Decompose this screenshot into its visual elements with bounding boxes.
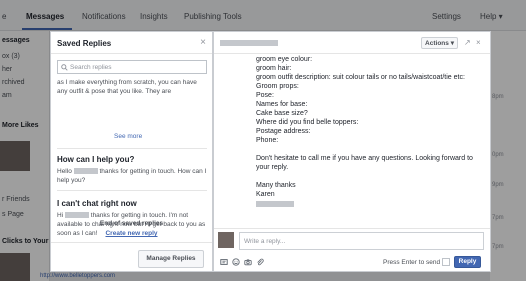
emoji-icon[interactable] (232, 258, 240, 266)
divider (57, 148, 207, 149)
message-line: Groom props: (256, 83, 299, 90)
see-more-link[interactable]: See more (114, 133, 142, 140)
attachment-icon[interactable] (256, 258, 264, 266)
reply-text-start: Hi (57, 212, 64, 219)
conversation-header: Actions ▾ ↗ × (214, 32, 490, 54)
reply-input[interactable] (244, 237, 480, 245)
reply-title[interactable]: I can't chat right now (57, 199, 137, 208)
message-line: Cake base size? (256, 110, 308, 117)
message-line: Names for base: (256, 101, 308, 108)
reply-partial-text: as I make everything from scratch, you c… (57, 79, 197, 95)
actions-dropdown[interactable]: Actions ▾ (421, 37, 458, 49)
message-signature: Karen (256, 191, 275, 198)
enter-to-send-label: Press Enter to send (383, 259, 441, 266)
saved-replies-panel: Saved Replies × as I make everything fro… (50, 31, 213, 272)
search-icon (61, 63, 68, 71)
message-line: Postage address: (256, 128, 311, 135)
reply-text-start: Hello (57, 168, 72, 175)
footer-divider (51, 242, 212, 243)
actions-label: Actions ▾ (425, 40, 454, 47)
message-line: groom eye colour: (256, 56, 313, 63)
saved-replies-header: Saved Replies × (51, 32, 212, 54)
redacted-contact-name (220, 40, 278, 46)
close-icon[interactable]: × (476, 38, 481, 47)
divider (57, 190, 207, 191)
reply-text: Hello thanks for getting in touch. How c… (57, 167, 207, 185)
composer-divider (214, 228, 490, 229)
enter-to-send-checkbox[interactable] (442, 258, 450, 266)
search-input[interactable] (70, 63, 206, 71)
expand-icon[interactable]: ↗ (464, 38, 471, 47)
conversation-panel: Actions ▾ ↗ × groom eye colour: groom ha… (213, 31, 491, 272)
end-of-replies: End of saved replies (99, 220, 164, 227)
reply-title[interactable]: How can I help you? (57, 155, 134, 164)
message-line: Pose: (256, 92, 274, 99)
redacted-signature (256, 201, 294, 207)
message-line: Where did you find belle toppers: (256, 119, 359, 126)
search-box[interactable] (57, 60, 207, 74)
reply-composer[interactable] (239, 232, 484, 250)
redacted-name (73, 168, 98, 175)
message-line: groom outfit description: suit colour ta… (256, 74, 465, 81)
saved-replies-title: Saved Replies (57, 39, 112, 48)
redacted-name (64, 212, 89, 219)
manage-replies-button[interactable]: Manage Replies (138, 250, 204, 268)
avatar (218, 232, 234, 248)
message-closing: Don't hesitate to call me if you have an… (256, 155, 473, 171)
close-icon[interactable]: × (200, 37, 206, 48)
create-new-reply-link[interactable]: Create new reply (51, 230, 212, 237)
message-line: Phone: (256, 137, 279, 144)
saved-replies-icon[interactable] (220, 258, 228, 266)
message-line: groom hair: (256, 65, 292, 72)
reply-button[interactable]: Reply (454, 256, 481, 268)
camera-icon[interactable] (244, 258, 252, 266)
message-sign-off: Many thanks (256, 182, 296, 189)
message-body: groom eye colour: groom hair: groom outf… (256, 55, 486, 207)
